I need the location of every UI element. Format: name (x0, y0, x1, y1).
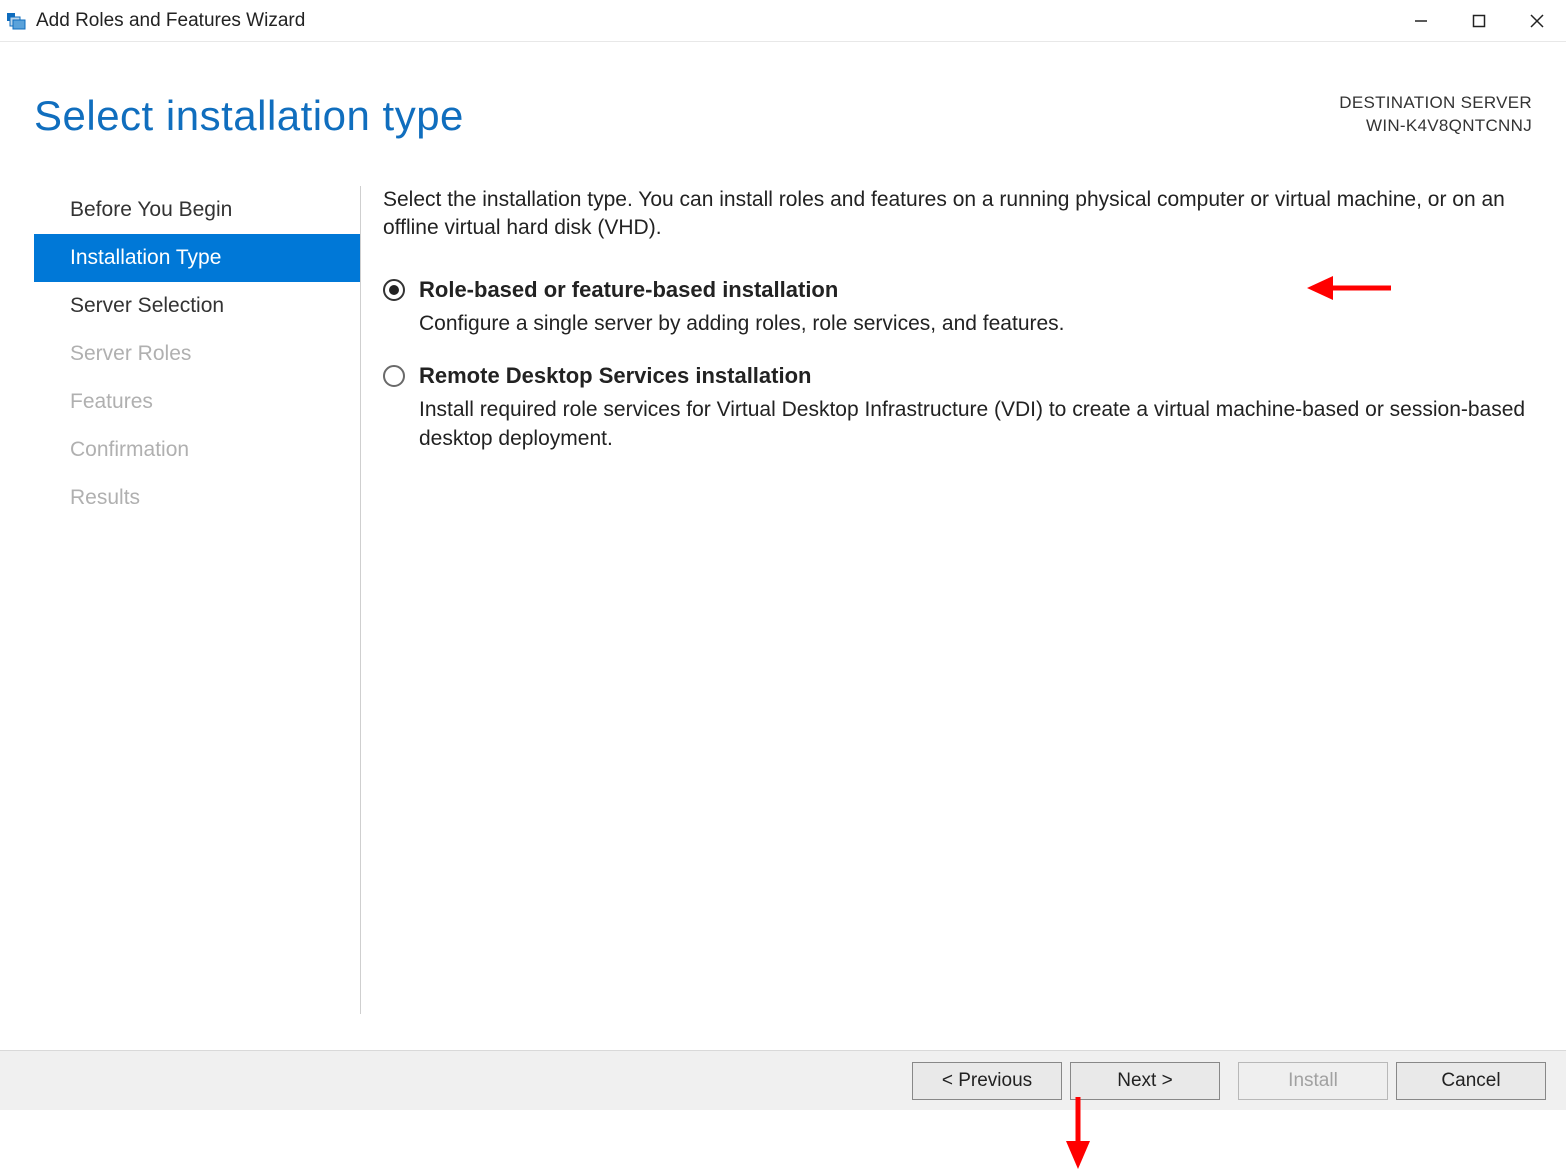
vertical-divider (360, 186, 361, 1014)
option-title: Role-based or feature-based installation (419, 275, 1526, 305)
sidebar-item-results: Results (34, 474, 360, 522)
install-button: Install (1238, 1062, 1388, 1100)
sidebar-item-before-you-begin[interactable]: Before You Begin (34, 186, 360, 234)
destination-server-block: DESTINATION SERVER WIN-K4V8QNTCNNJ (1339, 92, 1532, 138)
sidebar-item-label: Features (70, 390, 153, 414)
nav-button-group: < Previous Next > (912, 1062, 1220, 1100)
footer-bar: < Previous Next > Install Cancel (0, 1050, 1566, 1110)
sidebar-item-server-roles: Server Roles (34, 330, 360, 378)
cancel-button[interactable]: Cancel (1396, 1062, 1546, 1100)
sidebar-item-server-selection[interactable]: Server Selection (34, 282, 360, 330)
option-role-based[interactable]: Role-based or feature-based installation… (383, 275, 1526, 339)
previous-button[interactable]: < Previous (912, 1062, 1062, 1100)
sidebar-item-label: Server Roles (70, 342, 191, 366)
option-desc: Install required role services for Virtu… (419, 396, 1526, 453)
next-button[interactable]: Next > (1070, 1062, 1220, 1100)
page-title: Select installation type (34, 92, 464, 140)
window-title: Add Roles and Features Wizard (36, 10, 305, 32)
sidebar-list: Before You Begin Installation Type Serve… (34, 186, 360, 522)
header-area: Select installation type DESTINATION SER… (0, 42, 1566, 140)
intro-text: Select the installation type. You can in… (383, 186, 1526, 243)
sidebar-item-confirmation: Confirmation (34, 426, 360, 474)
window-controls (1392, 0, 1566, 42)
close-button[interactable] (1508, 0, 1566, 42)
sidebar-item-label: Server Selection (70, 294, 224, 318)
sidebar-item-label: Confirmation (70, 438, 189, 462)
option-desc: Configure a single server by adding role… (419, 310, 1526, 338)
wizard-sidebar: Before You Begin Installation Type Serve… (34, 186, 360, 1050)
action-button-group: Install Cancel (1238, 1062, 1546, 1100)
radio-icon[interactable] (383, 365, 405, 387)
content-pane: Select the installation type. You can in… (383, 186, 1566, 1050)
wizard-window: Add Roles and Features Wizard Select ins… (0, 0, 1566, 1110)
option-remote-desktop[interactable]: Remote Desktop Services installation Ins… (383, 361, 1526, 453)
maximize-button[interactable] (1450, 0, 1508, 42)
sidebar-item-features: Features (34, 378, 360, 426)
body-area: Before You Begin Installation Type Serve… (0, 140, 1566, 1050)
destination-server-label: DESTINATION SERVER (1339, 92, 1532, 115)
sidebar-item-label: Installation Type (70, 246, 221, 270)
titlebar-left: Add Roles and Features Wizard (6, 10, 305, 32)
option-title: Remote Desktop Services installation (419, 361, 1526, 391)
sidebar-item-label: Results (70, 486, 140, 510)
titlebar: Add Roles and Features Wizard (0, 0, 1566, 42)
sidebar-item-label: Before You Begin (70, 198, 232, 222)
radio-icon[interactable] (383, 279, 405, 301)
destination-server-name: WIN-K4V8QNTCNNJ (1339, 115, 1532, 138)
content-wrapper: Before You Begin Installation Type Serve… (0, 140, 1566, 1050)
sidebar-item-installation-type[interactable]: Installation Type (34, 234, 360, 282)
option-body: Remote Desktop Services installation Ins… (419, 361, 1526, 453)
option-body: Role-based or feature-based installation… (419, 275, 1526, 339)
app-icon (6, 10, 28, 32)
minimize-button[interactable] (1392, 0, 1450, 42)
